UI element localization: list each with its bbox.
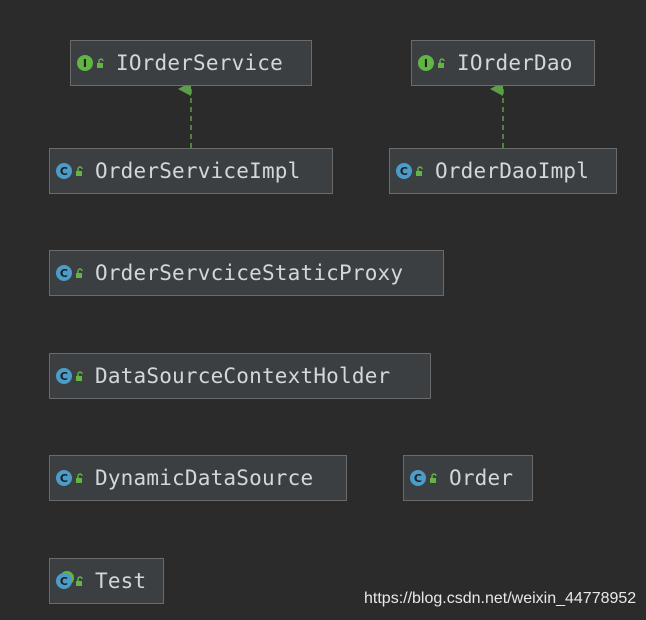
node-test[interactable]: C Test <box>49 558 164 604</box>
class-icon: C <box>410 470 426 486</box>
node-label: Test <box>95 569 147 593</box>
node-label: Order <box>449 466 514 490</box>
edges-layer <box>178 82 504 148</box>
node-label: DataSourceContextHolder <box>95 364 391 388</box>
node-order[interactable]: C Order <box>403 455 533 501</box>
node-datasourcecontextholder[interactable]: C DataSourceContextHolder <box>49 353 431 399</box>
public-open-lock-icon <box>438 58 445 68</box>
class-icon: C <box>56 470 72 486</box>
class-icon: C <box>56 265 72 281</box>
public-open-lock-icon <box>76 473 83 483</box>
public-open-lock-icon <box>76 268 83 278</box>
node-label: OrderServiceImpl <box>95 159 301 183</box>
node-label: OrderDaoImpl <box>435 159 590 183</box>
class-icon: C <box>56 163 72 179</box>
public-open-lock-icon <box>416 166 423 176</box>
interface-icon: I <box>418 55 434 71</box>
node-orderservcicestaticproxy[interactable]: C OrderServciceStaticProxy <box>49 250 444 296</box>
class-icon: C <box>396 163 412 179</box>
public-open-lock-icon <box>97 58 104 68</box>
public-open-lock-icon <box>76 166 83 176</box>
node-label: IOrderService <box>116 51 283 75</box>
class-icon: C <box>56 368 72 384</box>
node-orderserviceimpl[interactable]: C OrderServiceImpl <box>49 148 333 194</box>
node-label: OrderServciceStaticProxy <box>95 261 404 285</box>
runnable-class-icon: C <box>56 573 72 589</box>
public-open-lock-icon <box>76 371 83 381</box>
node-dynamicdatasource[interactable]: C DynamicDataSource <box>49 455 347 501</box>
node-label: IOrderDao <box>457 51 573 75</box>
node-iorderdao[interactable]: I IOrderDao <box>411 40 595 86</box>
node-label: DynamicDataSource <box>95 466 314 490</box>
node-iorderservice[interactable]: I IOrderService <box>70 40 312 86</box>
watermark-url: https://blog.csdn.net/weixin_44778952 <box>364 590 637 607</box>
node-orderdaoimpl[interactable]: C OrderDaoImpl <box>389 148 617 194</box>
interface-icon: I <box>77 55 93 71</box>
public-open-lock-icon <box>430 473 437 483</box>
public-open-lock-icon <box>76 576 83 586</box>
